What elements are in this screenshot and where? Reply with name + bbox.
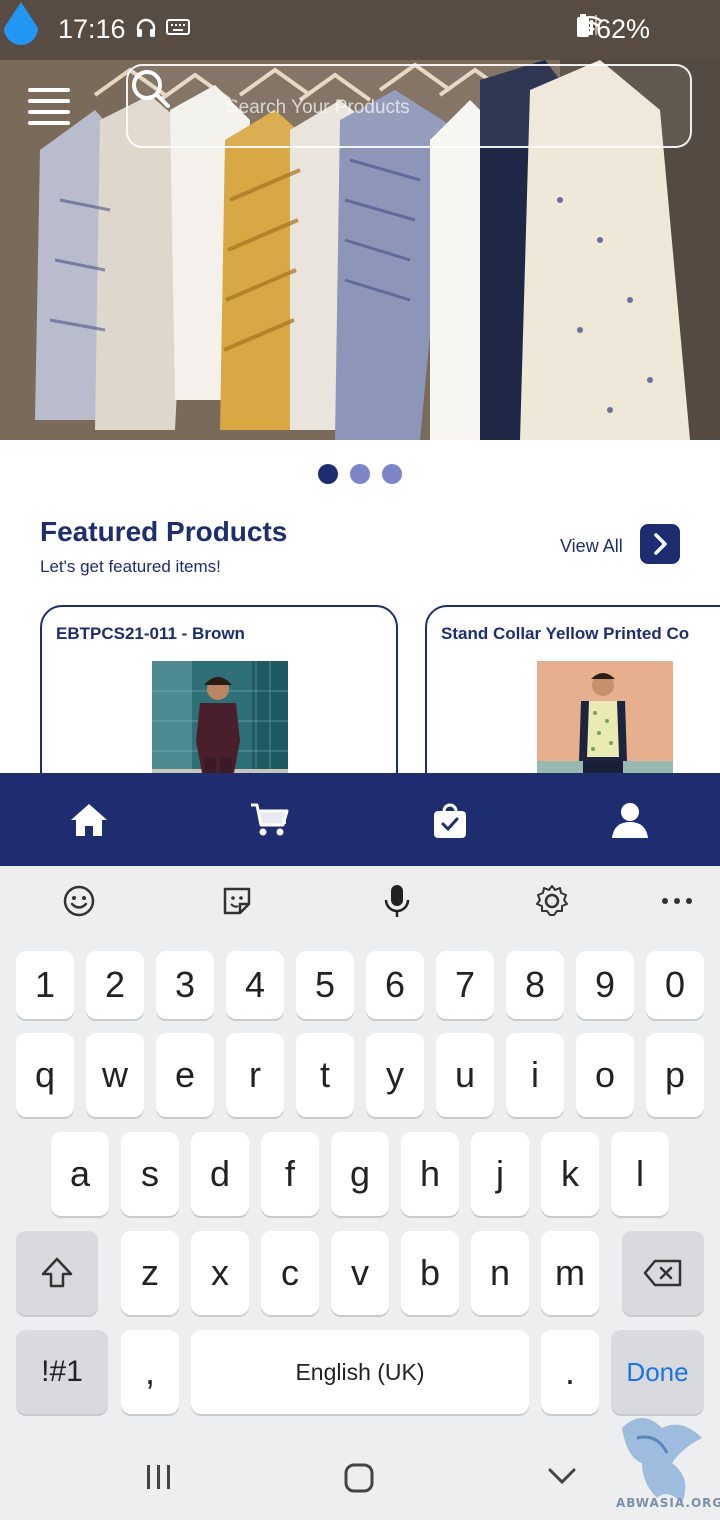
symbols-key[interactable]: !#1 [16, 1330, 108, 1414]
key-x[interactable]: x [191, 1231, 249, 1315]
key-k[interactable]: k [541, 1132, 599, 1216]
shopping-bag-icon[interactable] [430, 801, 470, 839]
status-right: 62% [576, 14, 660, 45]
key-u[interactable]: u [436, 1033, 494, 1117]
carousel-dot-3[interactable] [382, 464, 402, 484]
cart-icon[interactable] [249, 801, 289, 839]
key-r[interactable]: r [226, 1033, 284, 1117]
more-icon[interactable] [660, 884, 694, 918]
key-s[interactable]: s [121, 1132, 179, 1216]
product-name: EBTPCS21-011 - Brown [56, 624, 245, 643]
key-p[interactable]: p [646, 1033, 704, 1117]
hero-banner[interactable]: 17:16 62% [0, 0, 720, 440]
key-e[interactable]: e [156, 1033, 214, 1117]
key-c[interactable]: c [261, 1231, 319, 1315]
backspace-key[interactable] [622, 1231, 704, 1315]
key-n[interactable]: n [471, 1231, 529, 1315]
comma-key[interactable]: , [121, 1330, 179, 1414]
backspace-icon [643, 1259, 682, 1287]
settings-icon[interactable] [535, 884, 569, 918]
key-7[interactable]: 7 [436, 951, 494, 1019]
key-o[interactable]: o [576, 1033, 634, 1117]
home-icon[interactable] [69, 801, 109, 839]
key-j[interactable]: j [471, 1132, 529, 1216]
battery-percent: 62% [595, 14, 650, 44]
key-0[interactable]: 0 [646, 951, 704, 1019]
key-l[interactable]: l [611, 1132, 669, 1216]
text-cursor-handle-icon[interactable] [0, 0, 42, 54]
back-chevron-icon[interactable] [546, 1462, 578, 1492]
key-z[interactable]: z [121, 1231, 179, 1315]
featured-subtitle: Let's get featured items! [40, 557, 221, 576]
key-5[interactable]: 5 [296, 951, 354, 1019]
product-image [152, 661, 288, 791]
key-v[interactable]: v [331, 1231, 389, 1315]
key-4[interactable]: 4 [226, 951, 284, 1019]
key-f[interactable]: f [261, 1132, 319, 1216]
carousel-dot-2[interactable] [350, 464, 370, 484]
featured-title: Featured Products [40, 516, 288, 547]
keyboard-toolbar [0, 866, 720, 936]
app-screen: 17:16 62% Search Your Products Featured … [0, 0, 720, 1520]
key-t[interactable]: t [296, 1033, 354, 1117]
microphone-icon[interactable] [380, 884, 414, 918]
key-q[interactable]: q [16, 1033, 74, 1117]
key-8[interactable]: 8 [506, 951, 564, 1019]
product-name: Stand Collar Yellow Printed Co [441, 624, 690, 643]
search-icon[interactable] [128, 66, 172, 110]
recent-apps-icon[interactable] [144, 1462, 174, 1492]
key-y[interactable]: y [366, 1033, 424, 1117]
key-d[interactable]: d [191, 1132, 249, 1216]
key-h[interactable]: h [401, 1132, 459, 1216]
shift-icon [41, 1257, 73, 1288]
search-bar[interactable] [126, 64, 692, 148]
key-g[interactable]: g [331, 1132, 389, 1216]
chevron-right-icon [654, 533, 667, 555]
watermark-text: ABWASIA.ORG [616, 1496, 720, 1510]
carousel-dot-1[interactable] [318, 464, 338, 484]
view-all-link[interactable]: View All [560, 536, 623, 557]
key-6[interactable]: 6 [366, 951, 424, 1019]
key-9[interactable]: 9 [576, 951, 634, 1019]
carousel-dots [0, 464, 720, 484]
key-2[interactable]: 2 [86, 951, 144, 1019]
status-bar: 17:16 62% [0, 0, 720, 58]
hamburger-menu-icon[interactable] [28, 88, 72, 125]
key-a[interactable]: a [51, 1132, 109, 1216]
user-icon[interactable] [610, 801, 650, 839]
bottom-navigation [0, 773, 720, 866]
key-b[interactable]: b [401, 1231, 459, 1315]
key-m[interactable]: m [541, 1231, 599, 1315]
search-input[interactable] [226, 90, 666, 126]
period-key[interactable]: . [541, 1330, 599, 1414]
key-w[interactable]: w [86, 1033, 144, 1117]
key-3[interactable]: 3 [156, 951, 214, 1019]
emoji-icon[interactable] [62, 884, 96, 918]
sticker-icon[interactable] [220, 884, 254, 918]
shift-key[interactable] [16, 1231, 98, 1315]
home-button-icon[interactable] [343, 1462, 375, 1494]
view-all-button[interactable] [640, 524, 680, 564]
key-1[interactable]: 1 [16, 951, 74, 1019]
done-key[interactable]: Done [611, 1330, 704, 1414]
key-i[interactable]: i [506, 1033, 564, 1117]
space-key[interactable]: English (UK) [191, 1330, 529, 1414]
status-time: 17:16 [58, 14, 126, 44]
product-image [537, 661, 673, 791]
